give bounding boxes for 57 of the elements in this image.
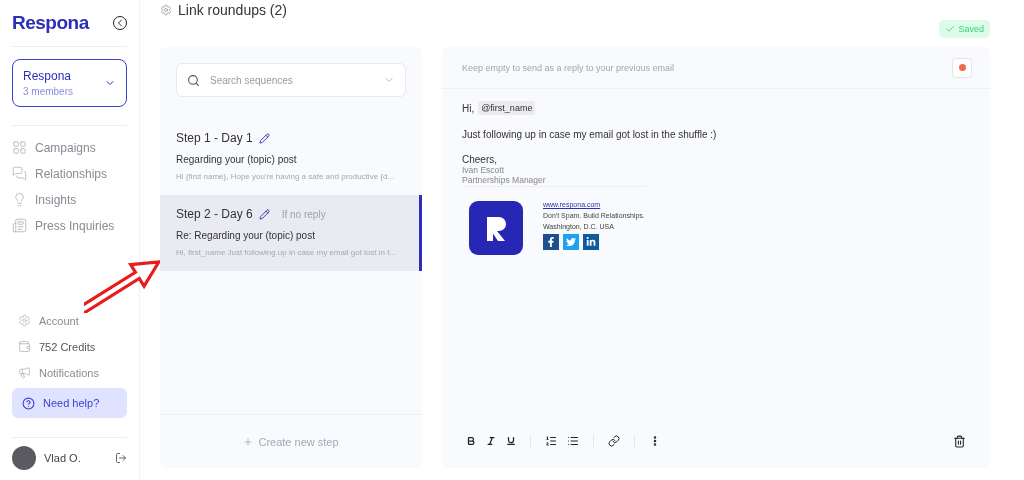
menu-item[interactable]: 752 Credits (39, 340, 96, 353)
bullet-list-icon[interactable] (567, 435, 579, 447)
signoff-text: Cheers, (462, 154, 498, 165)
menu-icon (18, 340, 31, 353)
step-subject: Regarding your (topic) post (176, 154, 298, 165)
greeting-text: Hi, (462, 102, 475, 114)
facebook-icon[interactable] (543, 234, 559, 250)
plus-icon (243, 436, 254, 447)
step-preview: Hi {first name}, Hope you're having a safe and productive {d... (176, 172, 396, 181)
menu-icon (18, 314, 31, 327)
check-icon (945, 24, 956, 34)
nav-item[interactable]: Campaigns (35, 140, 96, 155)
respona-logo: Respona (12, 12, 89, 34)
logout-icon[interactable] (115, 452, 127, 464)
pencil-icon[interactable] (258, 208, 270, 220)
step-condition: If no reply (281, 208, 326, 220)
nav-item[interactable]: Insights (35, 192, 77, 207)
body-text: Just following up in case my email got lost in the shuffle :) (462, 129, 718, 140)
page-title: Link roundups (2) (178, 2, 287, 18)
user-avatar[interactable] (12, 446, 36, 470)
pencil-icon[interactable] (258, 132, 270, 144)
workspace-selector[interactable]: Respona 3 members (12, 59, 127, 107)
saved-badge: Saved (939, 20, 990, 38)
underline-icon[interactable] (506, 436, 516, 446)
sender-name: Ivan Escott (462, 165, 506, 175)
menu-icon (18, 366, 31, 379)
record-button[interactable] (952, 57, 972, 78)
variable-chip[interactable]: @first_name (478, 101, 536, 115)
help-icon (22, 396, 35, 410)
menu-item[interactable]: Notifications (39, 366, 99, 379)
link-icon[interactable] (608, 435, 620, 447)
step-subject: Re: Regarding your (topic) post (176, 230, 316, 241)
linkedin-icon[interactable] (583, 234, 599, 250)
workspace-name: Respona (23, 69, 73, 83)
user-name: Vlad O. (44, 452, 82, 464)
logo-icon (469, 201, 523, 255)
menu-item[interactable]: Account (39, 314, 79, 327)
subject-field[interactable]: Keep empty to send as a reply to your previous email (460, 61, 944, 74)
nav-item[interactable]: Press Inquiries (35, 218, 115, 233)
workspace-members: 3 members (23, 86, 73, 97)
italic-icon[interactable] (486, 436, 496, 446)
sender-role: Partnerships Manager (462, 175, 547, 185)
help-button[interactable]: Need help? (12, 388, 127, 418)
step-item[interactable]: Step 1 - Day 1 Regarding your (topic) post Hi {first name}, Hope you're having a safe and productive {d... (160, 119, 422, 195)
nav-icon (12, 140, 27, 155)
step-title: Step 1 - Day 1 (176, 131, 253, 145)
nav-icon (12, 218, 27, 233)
nav-icon (12, 166, 27, 181)
step-title: Step 2 - Day 6 (176, 207, 253, 221)
search-field[interactable]: Search sequences (176, 63, 406, 97)
numbered-list-icon[interactable] (545, 435, 557, 447)
trash-icon[interactable] (953, 434, 966, 448)
search-icon (187, 73, 200, 87)
nav-icon (12, 192, 27, 207)
nav-item[interactable]: Relationships (35, 166, 108, 181)
search-input[interactable]: Search sequences (208, 73, 375, 87)
bold-icon[interactable] (466, 436, 476, 446)
